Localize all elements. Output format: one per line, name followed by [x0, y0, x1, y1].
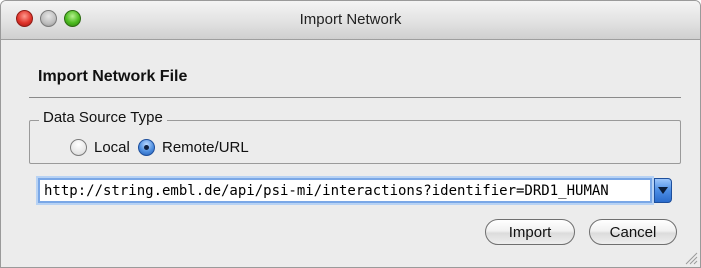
- radio-local[interactable]: [70, 139, 87, 156]
- window-title: Import Network: [299, 11, 402, 28]
- import-button[interactable]: Import: [485, 219, 575, 245]
- chevron-down-icon: [658, 187, 668, 194]
- data-source-legend: Data Source Type: [39, 109, 167, 126]
- panel-heading: Import Network File: [38, 68, 188, 85]
- cancel-button[interactable]: Cancel: [589, 219, 677, 245]
- radio-local-label[interactable]: Local: [94, 139, 130, 156]
- url-input[interactable]: [38, 178, 652, 203]
- url-history-dropdown-button[interactable]: [654, 178, 672, 203]
- radio-remote-url[interactable]: [138, 139, 155, 156]
- radio-remote-url-label[interactable]: Remote/URL: [162, 139, 249, 156]
- title-bar[interactable]: Import Network: [1, 1, 700, 40]
- heading-divider: [29, 97, 681, 98]
- import-network-window: Import Network Import Network File Data …: [0, 0, 701, 268]
- resize-grip-icon[interactable]: [684, 251, 698, 265]
